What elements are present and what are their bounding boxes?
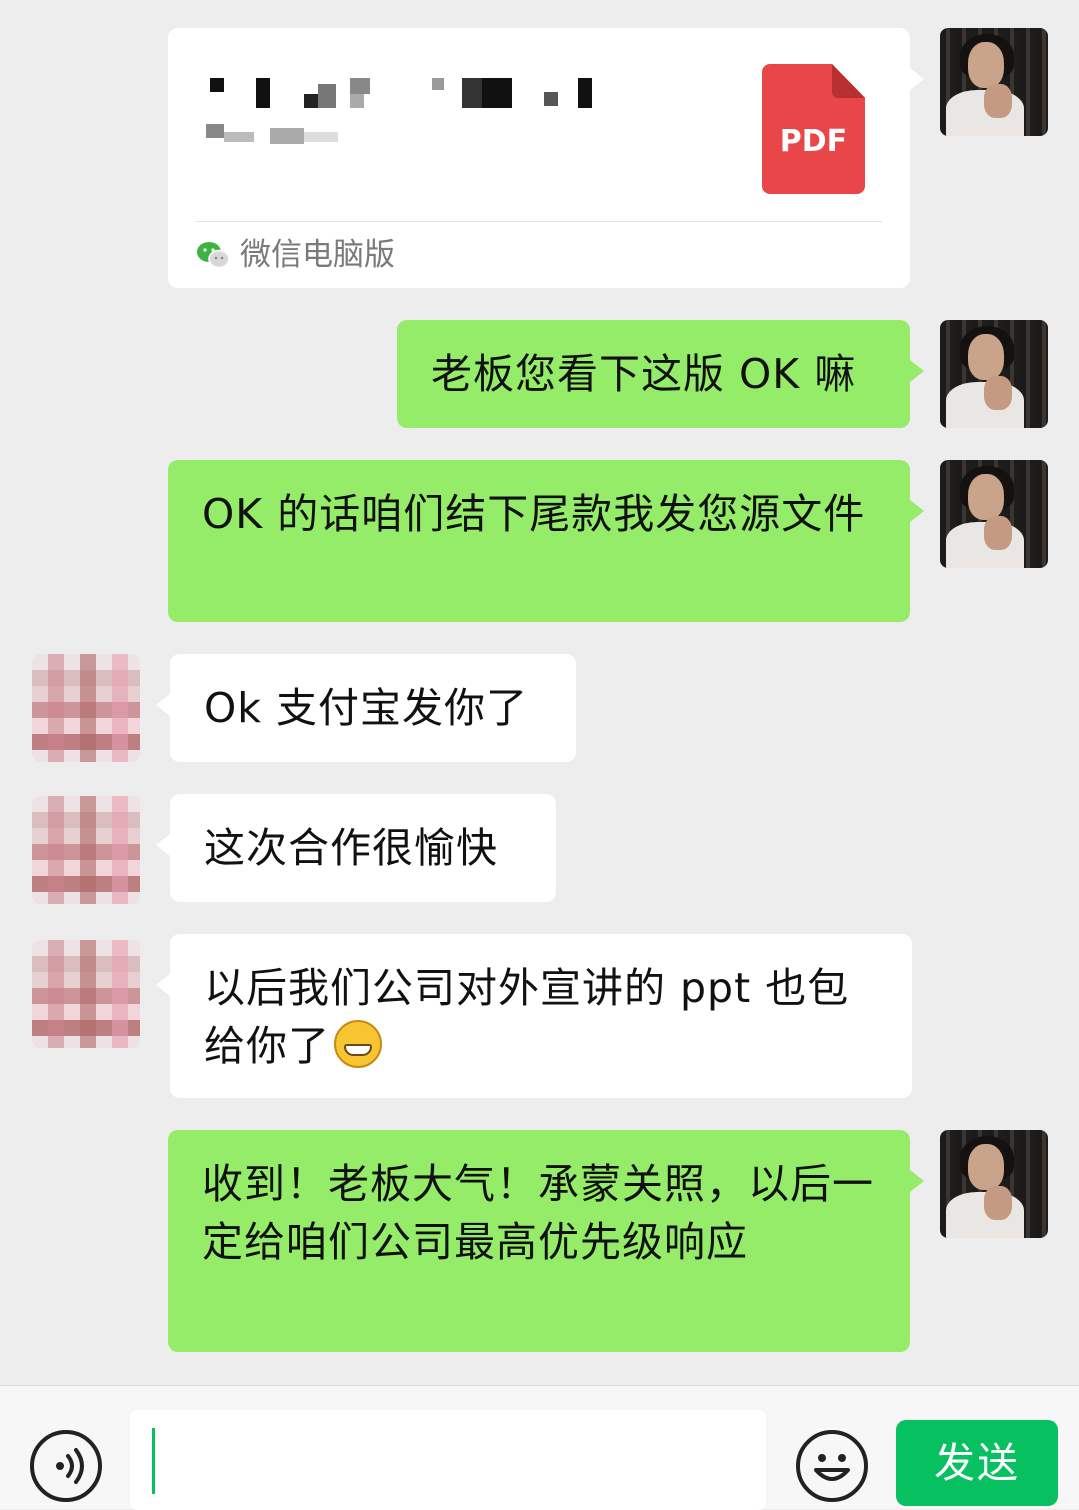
voice-icon[interactable] (30, 1430, 102, 1502)
pdf-label: PDF (779, 124, 848, 159)
sent-message-bubble[interactable]: OK 的话咱们结下尾款我发您源文件 (168, 460, 924, 622)
text-cursor (152, 1428, 155, 1494)
message-text: OK 的话咱们结下尾款我发您源文件 (202, 490, 866, 538)
sent-message-bubble[interactable]: 老板您看下这版 OK 嘛 (397, 320, 924, 428)
message-input[interactable] (130, 1410, 766, 1510)
file-source-label: 微信电脑版 (240, 237, 395, 273)
bubble-tail (910, 1170, 924, 1192)
contact-avatar[interactable] (32, 940, 140, 1048)
grin-emoji-icon (334, 1020, 382, 1068)
file-message-card[interactable]: PDF 微信电脑版 (168, 28, 924, 288)
message-text: 老板您看下这版 OK 嘛 (431, 350, 857, 398)
my-avatar[interactable] (940, 1130, 1048, 1238)
contact-avatar[interactable] (32, 654, 140, 762)
message-text: 以后我们公司对外宣讲的 ppt 也包给你了 (204, 959, 882, 1075)
bubble-tail (156, 694, 170, 716)
received-message-bubble[interactable]: 这次合作很愉快 (156, 794, 556, 902)
input-bar: 发送 (0, 1385, 1079, 1510)
my-avatar[interactable] (940, 320, 1048, 428)
bubble-tail (156, 834, 170, 856)
emoji-icon[interactable] (796, 1430, 868, 1502)
send-button[interactable]: 发送 (896, 1420, 1058, 1506)
my-avatar[interactable] (940, 28, 1048, 136)
chat-area[interactable]: PDF 微信电脑版 老板您看下这版 OK 嘛 OK 的话咱们结下尾款我发您源文件… (0, 0, 1079, 1385)
sent-message-bubble[interactable]: 收到！老板大气！承蒙关照，以后一定给咱们公司最高优先级响应 (168, 1130, 924, 1352)
bubble-tail (156, 974, 170, 996)
bubble-tail (910, 360, 924, 382)
message-text: 这次合作很愉快 (204, 824, 498, 872)
received-message-bubble[interactable]: 以后我们公司对外宣讲的 ppt 也包给你了 (156, 934, 912, 1098)
message-text: 收到！老板大气！承蒙关照，以后一定给咱们公司最高优先级响应 (202, 1160, 874, 1266)
message-text-content: 以后我们公司对外宣讲的 ppt 也包给你了 (204, 964, 850, 1070)
contact-avatar[interactable] (32, 796, 140, 904)
my-avatar[interactable] (940, 460, 1048, 568)
wechat-icon (197, 242, 230, 269)
card-divider (196, 221, 882, 222)
bubble-tail (910, 68, 924, 90)
bubble-tail (910, 500, 924, 522)
message-text: Ok 支付宝发你了 (204, 684, 529, 732)
received-message-bubble[interactable]: Ok 支付宝发你了 (156, 654, 576, 762)
censored-file-name (206, 78, 592, 144)
